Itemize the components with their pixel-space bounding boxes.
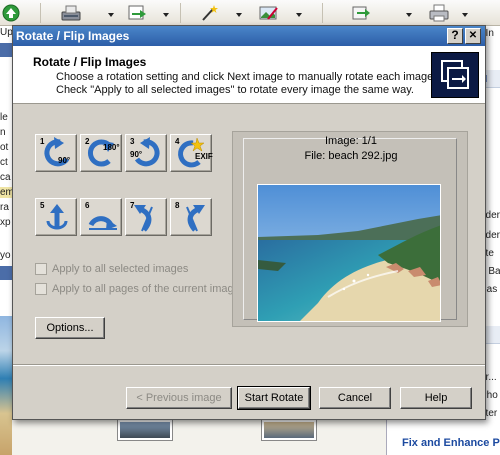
edit-image-button[interactable] — [256, 2, 282, 24]
rotate-exif-button[interactable]: 4 EXIF — [170, 134, 213, 172]
bg-fragment: ot — [0, 142, 9, 153]
start-rotate-button[interactable]: Start Rotate — [237, 386, 311, 410]
dialog-title-bar[interactable]: Rotate / Flip Images ? ✕ — [13, 26, 485, 46]
flip-diagonal-left-icon — [134, 205, 153, 232]
magic-wand-button[interactable] — [196, 2, 222, 24]
rotate-left-icon — [44, 137, 70, 167]
fix-and-enhance-link[interactable]: Fix and Enhance P — [402, 437, 500, 449]
edit-image-icon — [259, 6, 278, 20]
dialog-title: Rotate / Flip Images — [16, 29, 130, 43]
rotate-180-icon — [88, 139, 114, 167]
background-left-panel: Up le n ot ct ca em ra xp yo — [0, 26, 12, 455]
header-title: Rotate / Flip Images — [33, 55, 147, 69]
share-button[interactable] — [348, 2, 374, 24]
rotate-images-icon — [431, 52, 479, 98]
print-button[interactable] — [426, 2, 452, 24]
printer-icon — [429, 4, 449, 22]
scanner-icon — [61, 5, 81, 21]
bg-fragment: n — [0, 127, 6, 138]
dialog-divider — [13, 364, 485, 366]
scanner-button[interactable] — [58, 2, 84, 24]
bg-fragment: yo — [0, 250, 11, 261]
app-toolbar — [0, 0, 500, 26]
apply-selected-checkbox-row[interactable]: Apply to all selected images — [35, 262, 188, 276]
green-up-arrow-icon — [2, 4, 20, 22]
flip-diagonal-right-icon — [186, 205, 205, 232]
background-thumbnail[interactable] — [118, 420, 172, 440]
bg-fragment: ra — [0, 202, 9, 213]
share-icon — [352, 6, 370, 20]
previous-image-button[interactable]: < Previous image — [126, 387, 232, 409]
flip-vertical-button[interactable]: 5 — [35, 198, 77, 236]
flip-diagonal-right-button[interactable]: 8 — [170, 198, 212, 236]
dialog-header: Rotate / Flip Images Choose a rotation s… — [13, 46, 485, 104]
preview-photo — [257, 184, 441, 322]
magic-wand-icon — [202, 5, 218, 21]
image-counter: Image: 1/1 — [325, 135, 377, 147]
help-button[interactable]: Help — [400, 387, 472, 409]
close-button[interactable]: ✕ — [465, 28, 481, 44]
header-instruction-2: Check "Apply to all selected images" to … — [56, 84, 414, 96]
up-button[interactable] — [0, 2, 22, 24]
flip-horizontal-button[interactable]: 6 — [80, 198, 122, 236]
bg-fragment: xp — [0, 217, 11, 228]
background-thumbnail-strip: Fix and Enhance P — [12, 418, 500, 455]
apply-pages-checkbox-row[interactable]: Apply to all pages of the current image — [35, 282, 240, 296]
rotate-flip-dialog: Rotate / Flip Images ? ✕ Rotate / Flip I… — [12, 25, 486, 420]
bg-fragment: le — [0, 112, 8, 123]
rotate-180-button[interactable]: 2 180° — [80, 134, 122, 172]
rotate-right-90-button[interactable]: 3 90° — [125, 134, 167, 172]
apply-pages-label: Apply to all pages of the current image — [52, 283, 240, 295]
header-instruction-1: Choose a rotation setting and click Next… — [56, 71, 437, 83]
background-thumbnail — [0, 316, 12, 455]
bg-fragment: em — [0, 187, 12, 198]
apply-selected-checkbox[interactable] — [35, 263, 47, 275]
import-button[interactable] — [124, 2, 150, 24]
bg-fragment: ca — [0, 172, 11, 183]
apply-pages-checkbox[interactable] — [35, 283, 47, 295]
cancel-button[interactable]: Cancel — [319, 387, 391, 409]
background-thumbnail[interactable] — [262, 420, 316, 440]
bg-fragment: Up — [0, 27, 12, 38]
flip-horizontal-icon — [88, 216, 117, 230]
file-name: File: beach 292.jpg — [304, 150, 398, 162]
apply-selected-label: Apply to all selected images — [52, 263, 189, 275]
help-title-button[interactable]: ? — [447, 28, 463, 44]
flip-vertical-icon — [46, 204, 68, 230]
import-icon — [128, 5, 146, 20]
flip-diagonal-left-button[interactable]: 7 — [125, 198, 167, 236]
options-button[interactable]: Options... — [35, 317, 105, 339]
bg-fragment: ct — [0, 157, 8, 168]
rotate-left-90-button[interactable]: 1 90° — [35, 134, 77, 172]
